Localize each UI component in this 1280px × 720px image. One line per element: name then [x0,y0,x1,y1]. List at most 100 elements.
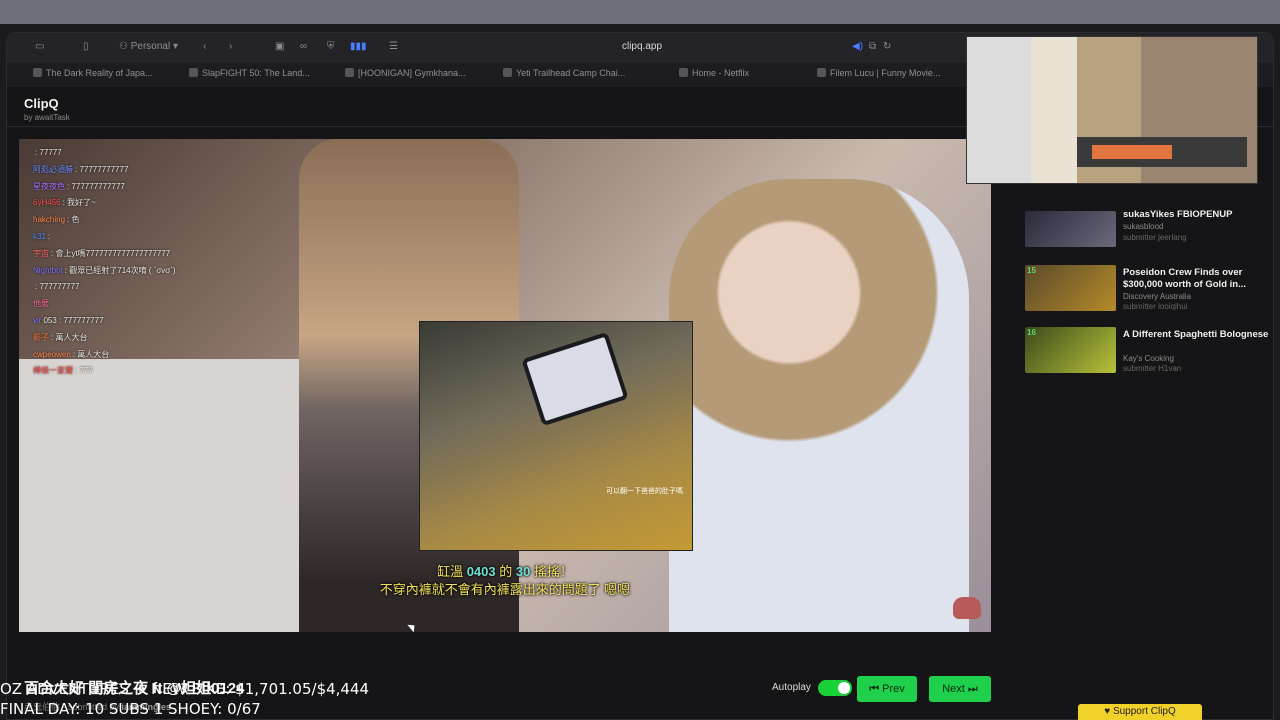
favicon-icon [503,68,512,77]
chat-user: 宇宙 [33,248,49,258]
app-logo[interactable]: ClipQ [24,96,59,111]
chat-user: 星夜夜色 [33,181,65,191]
queue-item[interactable]: 15 Poseidon Crew Finds over $300,000 wor… [1025,265,1273,315]
profile-label: Personal [130,41,171,52]
tab-label: Filem Lucu | Funny Movie... [830,68,941,78]
chat-user: 樺條一家爾 [33,366,73,376]
tab-label: Yeti Trailhead Camp Chai... [516,68,626,78]
queue-channel: Kay's Cooking [1123,354,1174,363]
channel-watermark-icon [953,597,981,619]
queue-item[interactable]: sukasYikes FBIOPENUP sukasblood submitte… [1025,209,1273,263]
sidebar-toggle-icon[interactable]: ▭ [35,41,44,55]
tab-overview-icon[interactable]: ▯ [83,41,89,55]
heart-icon: ♥ [1104,706,1113,717]
stream-goal-line-1: OZ ADVENTURES + NEW BIKE: $1,701.05/$4,4… [0,680,370,698]
address-bar[interactable]: clipq.app [597,41,687,52]
chat-message: 星夜夜色: 777777777777 [33,179,253,196]
favicon-icon [345,68,354,77]
chat-message: 樺條一家爾: 777 [33,363,253,380]
system-menubar [0,0,1280,24]
chat-text: : 777 [75,366,93,376]
tab-item[interactable]: SlapFIGHT 50: The Land... [189,68,321,82]
next-button[interactable]: Next ⏭ [929,676,991,702]
chat-text: : 會上yt嗎7777777777777777777 [51,248,171,258]
picture-in-picture-clip: 可以翻一下爸爸的肚子嗎 [419,321,693,551]
translate-icon[interactable]: ⧉ [869,41,876,55]
queue-channel: Discovery Australia [1123,292,1192,301]
webcam-pillow [1092,145,1172,159]
chat-message: 影子: 萬人大台 [33,330,253,347]
queue-submitter: submitter looiqihui [1123,302,1188,311]
audio-bars-icon[interactable]: ▮▮▮ [350,41,367,55]
stream-chat-overlay: : 77777 阿彪必須勝: 77777777777 星夜夜色: 7777777… [33,145,253,380]
pip-caption: 可以翻一下爸爸的肚子嗎 [606,488,683,495]
chat-user: k31 [33,231,46,241]
favicon-icon [817,68,826,77]
back-button[interactable]: ‹ [203,41,206,55]
tab-label: The Dark Reality of Japa... [46,68,153,78]
reader-icon[interactable]: ☰ [389,41,398,55]
chat-text: 053 : 777777777 [43,315,104,325]
queue-submitter: submitter jeerlang [1123,233,1187,242]
queue-item[interactable]: 16 A Different Spaghetti Bolognese Kay's… [1025,327,1273,377]
queue-title: Poseidon Crew Finds over $300,000 worth … [1123,267,1246,290]
stream-goal-line-2: FINAL DAY: 10 SUBS 1 SHOEY: 0/67 [0,700,261,718]
person-icon: ⚇ [119,41,131,52]
speaker-icon[interactable]: ◀) [852,41,863,55]
favicon-icon [679,68,688,77]
forward-button[interactable]: › [229,41,232,55]
queue-thumbnail: 15 [1025,265,1116,311]
queue-rank: 16 [1027,328,1036,337]
chat-message: Nightbot: 觀眾已經射了714次唷 ( ˊσvσˋ) [33,263,253,280]
chat-text: : 觀眾已經射了714次唷 ( ˊσvσˋ) [64,265,176,275]
app-byline: by awaitTask [24,113,70,122]
queue-submitter: submitter H1van [1123,364,1182,373]
tab-label: Home - Netflix [692,68,750,78]
chat-text: : 我好了~ [62,198,96,208]
shield-icon[interactable]: ⛨ [327,41,335,55]
support-button[interactable]: ♥ Support ClipQ [1078,704,1202,720]
chat-text: : 77777777777 [75,164,129,174]
subtitle-text: 的 [495,564,516,579]
tab-item[interactable]: Home - Netflix [679,68,799,82]
queue-thumbnail [1025,211,1116,247]
queue-thumbnail: 16 [1025,327,1116,373]
subtitle-number: 0403 [466,564,496,579]
chat-message: 宇宙: 會上yt嗎7777777777777777777 [33,246,253,263]
queue-title: A Different Spaghetti Bolognese [1123,329,1269,340]
chat-text: : 77777 [35,148,62,157]
reload-icon[interactable]: ↻ [883,41,891,55]
subtitle-number: 30 [515,564,531,579]
pip-tablet [521,331,629,427]
queue-rank: 15 [1027,266,1036,275]
tab-label: SlapFIGHT 50: The Land... [202,68,310,78]
tab-item[interactable]: The Dark Reality of Japa... [33,68,163,82]
chat-text: : 萬人大台 [72,349,110,359]
chat-message: hakching: 色 [33,212,253,229]
chat-text: : 777777777 [35,282,80,292]
chat-user: 阿彪必須勝 [33,164,73,174]
autoplay-toggle[interactable] [818,680,852,696]
chat-user: 影子 [33,332,49,342]
chat-user: Nightbot [33,265,63,275]
chat-user: vir [33,315,42,325]
video-player[interactable]: : 77777 阿彪必須勝: 77777777777 星夜夜色: 7777777… [19,139,991,632]
chat-message: : 77777 [33,145,253,162]
chat-message: : 777777777 [33,279,253,296]
chat-user: 6yH456 [33,198,61,208]
glasses-icon[interactable]: ∞ [300,41,307,55]
chat-text: : 777777777777 [67,181,125,191]
tab-item[interactable]: [HOONIGAN] Gymkhana... [345,68,477,82]
subtitle-line-1: 缸溫 0403 的 30 搖搖！ [19,563,991,581]
subtitle-text: 缸溫 [437,564,467,579]
prev-button[interactable]: ⏮ Prev [857,676,917,702]
chat-text: : [47,231,51,241]
tab-item[interactable]: Filem Lucu | Funny Movie... [817,68,951,82]
autoplay-label: Autoplay [772,682,811,693]
extension-icon[interactable]: ▣ [275,41,284,55]
video-subtitles: 缸溫 0403 的 30 搖搖！ 不穿內褲就不會有內褲露出來的問題了 嗯嗯 [19,563,991,599]
chat-message: 他麼 [33,296,253,313]
tab-item[interactable]: Yeti Trailhead Camp Chai... [503,68,635,82]
profile-menu[interactable]: ⚇ Personal ▾ [119,41,178,55]
chat-message: cwpeowen: 萬人大台 [33,347,253,364]
